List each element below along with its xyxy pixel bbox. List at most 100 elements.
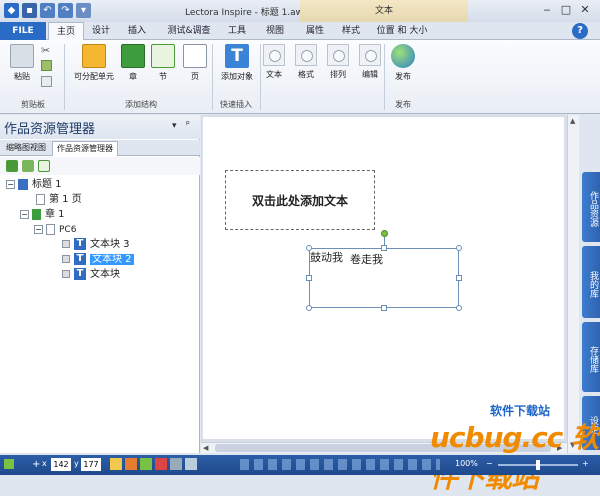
stop-icon[interactable]	[155, 458, 167, 470]
add-section-icon[interactable]	[22, 160, 34, 172]
run-icon[interactable]	[125, 458, 137, 470]
scroll-left-icon[interactable]: ◀	[203, 444, 208, 452]
add-page-icon[interactable]	[38, 160, 50, 172]
resize-handle[interactable]	[456, 245, 462, 251]
tree-item-textblock-3[interactable]: T 文本块 3	[62, 237, 130, 252]
text-dropdown-button[interactable]: 文本	[262, 44, 286, 80]
zoom-slider-thumb[interactable]	[536, 460, 540, 470]
ribbon-separator	[384, 44, 385, 110]
resize-handle[interactable]	[381, 245, 387, 251]
context-tab-title: 文本	[300, 0, 468, 22]
tree-item-chapter-1[interactable]: − 章 1	[20, 207, 65, 222]
tree-item-pc6[interactable]: − PC6	[34, 222, 76, 237]
scroll-up-icon[interactable]: ▲	[570, 117, 575, 125]
collapse-icon[interactable]: −	[34, 224, 43, 234]
section-button[interactable]: 节	[150, 44, 176, 82]
side-tab-repository[interactable]: 存储库	[582, 322, 600, 392]
pin-icon[interactable]: ᵖ	[186, 120, 190, 130]
resize-handle[interactable]	[456, 305, 462, 311]
tab-home[interactable]: 主页	[48, 22, 84, 41]
publish-button[interactable]: 发布	[388, 44, 418, 82]
checkbox-icon[interactable]	[62, 255, 70, 263]
selected-textbox[interactable]: 鼓动我 卷走我	[309, 248, 459, 308]
edit-dropdown-button[interactable]: 编辑	[358, 44, 382, 80]
play-icon[interactable]	[140, 458, 152, 470]
checkbox-icon[interactable]	[62, 240, 70, 248]
tab-position-size[interactable]: 位置 和 大小	[372, 22, 432, 40]
tab-properties[interactable]: 属性	[300, 22, 330, 40]
panel-tab-strip: 缩略图视图 作品资源管理器	[0, 140, 200, 156]
tab-file[interactable]: FILE	[0, 22, 46, 40]
resize-handle[interactable]	[306, 275, 312, 281]
side-tab-my-library[interactable]: 我的库	[582, 246, 600, 318]
save-icon[interactable]: ▪	[22, 3, 37, 18]
close-button[interactable]: ✕	[577, 2, 593, 18]
placeholder-textbox[interactable]: 双击此处添加文本	[225, 170, 375, 230]
customize-qat-icon[interactable]: ▾	[76, 3, 91, 18]
tab-style[interactable]: 样式	[336, 22, 366, 40]
textbox-text-b: 卷走我	[350, 253, 383, 266]
rotate-handle[interactable]	[381, 230, 388, 237]
tab-tools[interactable]: 工具	[222, 22, 252, 40]
arrange-dropdown-button[interactable]: 排列	[326, 44, 350, 80]
resize-handle[interactable]	[306, 245, 312, 251]
page-canvas[interactable]: 双击此处添加文本 鼓动我 卷走我	[203, 117, 564, 439]
title-book-icon	[18, 178, 28, 190]
tab-resource-explorer[interactable]: 作品资源管理器	[52, 141, 118, 156]
tab-insert[interactable]: 插入	[122, 22, 152, 40]
chapter-button[interactable]: 章	[120, 44, 146, 82]
text-block-icon: T	[74, 253, 86, 265]
tree-item-textblock-2[interactable]: T 文本块 2	[62, 252, 134, 267]
clipboard-icon	[10, 44, 34, 68]
group-label-clipboard: 剪贴板	[21, 100, 45, 109]
format-painter-icon[interactable]	[41, 76, 52, 87]
selected-label: 文本块 2	[90, 254, 134, 265]
preview-icon[interactable]	[110, 458, 122, 470]
tab-design[interactable]: 设计	[86, 22, 116, 40]
redo-icon[interactable]: ↷	[58, 3, 73, 18]
align-tools[interactable]	[240, 459, 440, 470]
chapter-book-icon	[32, 208, 41, 220]
zoom-in-icon[interactable]: +	[582, 459, 589, 468]
tree-item-textblock[interactable]: T 文本块	[62, 267, 120, 282]
tree-item-title[interactable]: − 标题 1	[6, 177, 62, 192]
ribbon-separator	[64, 44, 65, 110]
tab-test-survey[interactable]: 测试&调查	[162, 22, 216, 40]
paste-button[interactable]: 粘贴	[4, 44, 40, 82]
resize-handle[interactable]	[456, 275, 462, 281]
y-coordinate-field[interactable]: 177	[81, 458, 101, 471]
copy-icon[interactable]	[41, 60, 52, 71]
add-object-button[interactable]: T 添加对象	[216, 44, 258, 82]
status-bar: + x 142 y 177 100% − +	[0, 455, 600, 475]
format-dropdown-button[interactable]: 格式	[294, 44, 318, 80]
help-icon[interactable]: ?	[572, 23, 588, 39]
text-block-icon: T	[74, 238, 86, 250]
globe-icon	[391, 44, 415, 68]
view-icon[interactable]	[185, 458, 197, 470]
x-coordinate-field[interactable]: 142	[51, 458, 71, 471]
checkbox-icon[interactable]	[62, 270, 70, 278]
page-icon	[46, 223, 55, 235]
page-icon	[183, 44, 207, 68]
undo-icon[interactable]: ↶	[40, 3, 55, 18]
zoom-out-icon[interactable]: −	[486, 459, 493, 468]
resize-handle[interactable]	[306, 305, 312, 311]
tree-item-page-1[interactable]: 第 1 页	[36, 192, 82, 207]
tab-thumbnail-view[interactable]: 缩略图视图	[2, 141, 50, 156]
grid-icon[interactable]	[170, 458, 182, 470]
page-button[interactable]: 页	[182, 44, 208, 82]
cut-icon[interactable]: ✂	[41, 44, 53, 57]
maximize-button[interactable]: □	[558, 2, 574, 18]
panel-menu-icon[interactable]: ▾	[172, 121, 177, 131]
minimize-button[interactable]: ‒	[539, 2, 555, 18]
ribbon-tabs: 主页 设计 插入 测试&调查 工具 视图 属性 样式 位置 和 大小 ?	[0, 22, 600, 41]
collapse-icon[interactable]: −	[6, 179, 15, 189]
add-chapter-icon[interactable]	[6, 160, 18, 172]
alloc-unit-button[interactable]: 可分配单元	[70, 44, 118, 82]
side-tab-resources[interactable]: 作品资源	[582, 172, 600, 242]
collapse-icon[interactable]: −	[20, 209, 29, 219]
app-logo-icon[interactable]: ◆	[4, 3, 19, 18]
resize-handle[interactable]	[381, 305, 387, 311]
tab-view[interactable]: 视图	[260, 22, 290, 40]
x-label: x	[42, 459, 47, 468]
